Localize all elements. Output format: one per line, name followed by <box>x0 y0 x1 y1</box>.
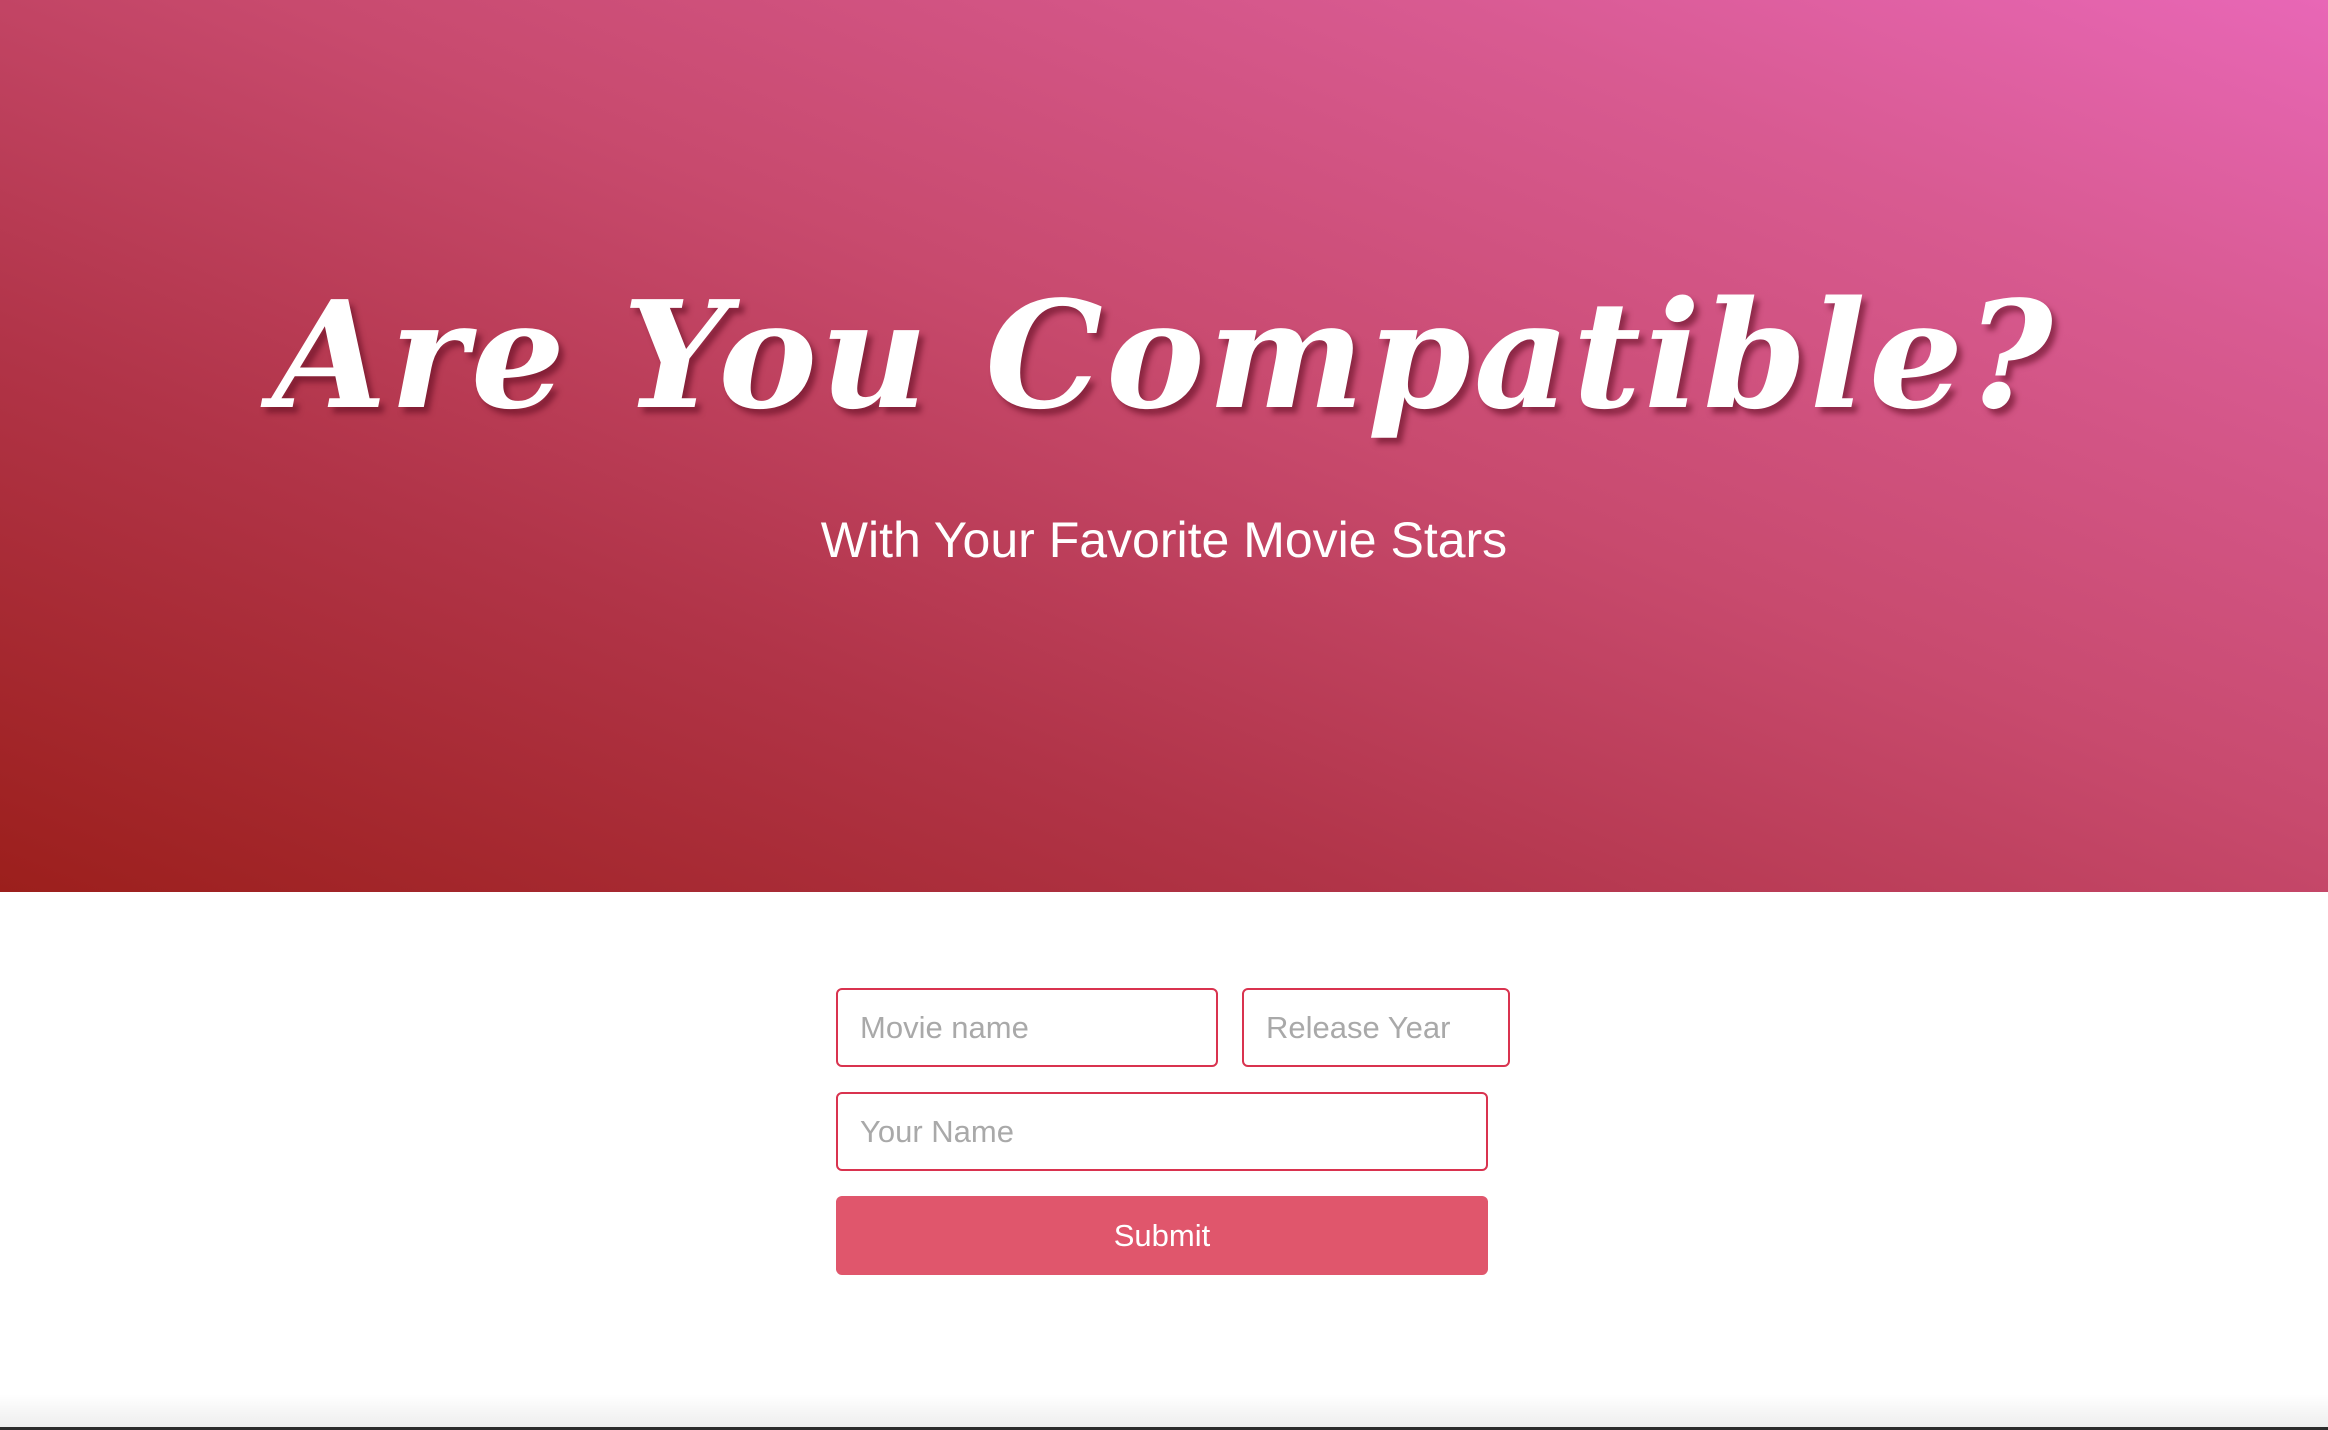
page-title: Are You Compatible? <box>272 268 2056 442</box>
submit-button[interactable]: Submit <box>836 1196 1488 1275</box>
movie-name-input[interactable] <box>836 988 1218 1067</box>
your-name-input[interactable] <box>836 1092 1488 1171</box>
window-bottom-shadow <box>0 1394 2328 1428</box>
release-year-input[interactable] <box>1242 988 1510 1067</box>
hero-banner: Are You Compatible? With Your Favorite M… <box>0 0 2328 892</box>
page-subtitle: With Your Favorite Movie Stars <box>820 512 1508 568</box>
